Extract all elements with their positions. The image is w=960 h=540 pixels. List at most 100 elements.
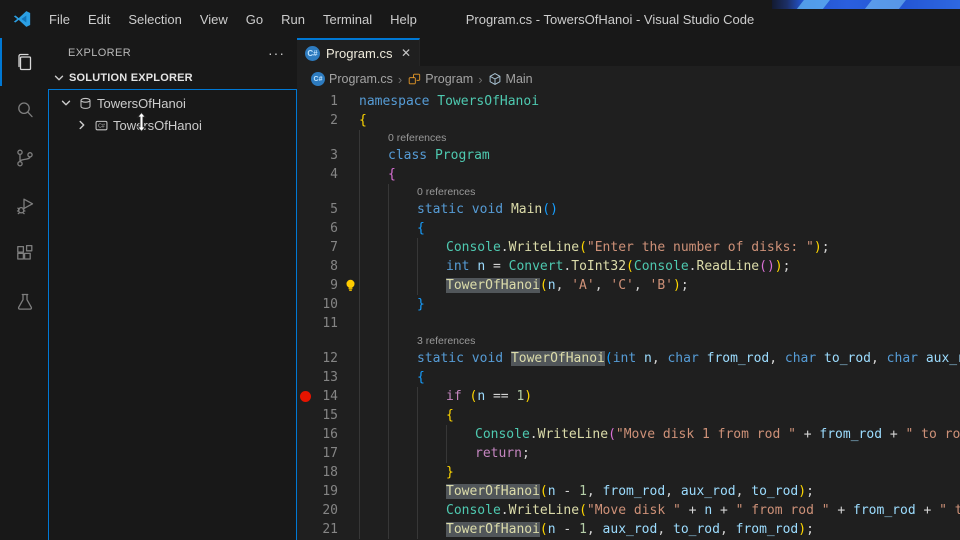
gutter-glyph-margin[interactable] [297,276,311,295]
tab-program-cs[interactable]: C# Program.cs ✕ [297,38,420,66]
code-line-content[interactable]: if (n == 1) [359,387,532,406]
gutter-glyph-margin[interactable] [297,111,311,130]
code-line-content[interactable]: namespace TowersOfHanoi [359,92,539,111]
gutter-glyph-margin[interactable] [297,425,311,444]
menu-go[interactable]: Go [237,8,272,31]
codelens-references-link[interactable]: 0 references [417,184,475,200]
code-line[interactable]: 12 static void TowerOfHanoi(int n, char f… [297,349,960,368]
line-number[interactable]: 14 [311,387,338,406]
line-number[interactable]: 15 [311,406,338,425]
code-line[interactable]: 2{ [297,111,960,130]
code-line[interactable]: 6{ [297,219,960,238]
code-line-content[interactable]: { [359,111,367,130]
code-editor[interactable]: 1namespace TowersOfHanoi2{0 references3c… [297,92,960,540]
code-line-content[interactable]: int n = Convert.ToInt32(Console.ReadLine… [359,257,790,276]
code-line[interactable]: 11 [297,314,960,333]
menu-selection[interactable]: Selection [119,8,190,31]
menu-terminal[interactable]: Terminal [314,8,381,31]
code-line[interactable]: 1 namespace TowersOfHanoi [297,92,960,111]
code-line-content[interactable]: Console.WriteLine("Move disk 1 from rod … [359,425,960,444]
extensions-icon[interactable] [0,230,48,278]
testing-beaker-icon[interactable] [0,278,48,326]
gutter-glyph-margin[interactable] [297,349,311,368]
line-number[interactable]: 10 [311,295,338,314]
line-number[interactable]: 21 [311,520,338,539]
explorer-files-icon[interactable] [0,38,48,86]
code-line[interactable]: 10} [297,295,960,314]
code-line-content[interactable]: { [359,165,396,184]
line-number[interactable]: 4 [311,165,338,184]
code-line-content[interactable]: Console.WriteLine("Enter the number of d… [359,238,830,257]
line-number[interactable]: 19 [311,482,338,501]
breadcrumb-method[interactable]: Main [488,72,533,86]
code-line[interactable]: 7 Console.WriteLine("Enter the number of … [297,238,960,257]
gutter-glyph-margin[interactable] [297,387,311,406]
gutter-glyph-margin[interactable] [297,238,311,257]
code-line[interactable]: 15{ [297,406,960,425]
line-number[interactable]: 12 [311,349,338,368]
code-line[interactable]: 20 Console.WriteLine("Move disk " + n + "… [297,501,960,520]
code-line-content[interactable]: } [359,463,454,482]
code-line[interactable]: 21 TowerOfHanoi(n - 1, aux_rod, to_rod, f… [297,520,960,539]
code-line-content[interactable]: TowerOfHanoi(n, 'A', 'C', 'B'); [359,276,689,295]
code-line-content[interactable]: Console.WriteLine("Move disk " + n + " f… [359,501,960,520]
code-line[interactable]: 18} [297,463,960,482]
line-number[interactable]: 11 [311,314,338,333]
line-number[interactable]: 13 [311,368,338,387]
line-number[interactable]: 16 [311,425,338,444]
gutter-glyph-margin[interactable] [297,314,311,333]
gutter-glyph-margin[interactable] [297,520,311,539]
code-line[interactable]: 3class Program [297,146,960,165]
menu-view[interactable]: View [191,8,237,31]
line-number[interactable]: 1 [311,92,338,111]
code-line[interactable]: 8 int n = Convert.ToInt32(Console.ReadLin… [297,257,960,276]
source-control-icon[interactable] [0,134,48,182]
lightbulb-quickfix-icon[interactable] [343,278,358,293]
line-number[interactable]: 7 [311,238,338,257]
gutter-glyph-margin[interactable] [297,463,311,482]
gutter-glyph-margin[interactable] [297,92,311,111]
line-number[interactable]: 20 [311,501,338,520]
menu-edit[interactable]: Edit [79,8,119,31]
line-number[interactable]: 5 [311,200,338,219]
line-number[interactable]: 6 [311,219,338,238]
code-line-content[interactable]: static void TowerOfHanoi(int n, char fro… [359,349,960,368]
chevron-right-icon[interactable] [74,117,90,133]
code-line[interactable]: 9 TowerOfHanoi(n, 'A', 'C', 'B'); [297,276,960,295]
breadcrumb-file[interactable]: C# Program.cs [311,72,393,86]
chevron-down-icon[interactable] [51,70,67,86]
code-line-content[interactable]: { [359,368,425,387]
gutter-glyph-margin[interactable] [297,501,311,520]
chevron-down-icon[interactable] [58,95,74,111]
section-solution-explorer[interactable]: SOLUTION EXPLORER [48,67,297,89]
code-line[interactable]: 19TowerOfHanoi(n - 1, from_rod, aux_rod,… [297,482,960,501]
tree-item-solution-towersofhanoi[interactable]: TowersOfHanoi [49,92,296,114]
line-number[interactable]: 2 [311,111,338,130]
code-line-content[interactable]: return; [359,444,530,463]
gutter-glyph-margin[interactable] [297,146,311,165]
run-debug-icon[interactable] [0,182,48,230]
more-actions-icon[interactable]: ··· [268,48,285,58]
line-number[interactable]: 9 [311,276,338,295]
code-line-content[interactable]: class Program [359,146,490,165]
gutter-glyph-margin[interactable] [297,200,311,219]
line-number[interactable]: 17 [311,444,338,463]
code-line-content[interactable]: } [359,295,425,314]
breakpoint-icon[interactable] [300,391,311,402]
menu-run[interactable]: Run [272,8,314,31]
tree-item-project-towersofhanoi[interactable]: C# TowersOfHanoi [49,114,296,136]
menu-file[interactable]: File [40,8,79,31]
gutter-glyph-margin[interactable] [297,219,311,238]
gutter-glyph-margin[interactable] [297,406,311,425]
codelens-references-link[interactable]: 3 references [417,333,475,349]
line-number[interactable]: 8 [311,257,338,276]
close-icon[interactable]: ✕ [401,47,411,59]
line-number[interactable]: 18 [311,463,338,482]
code-line-content[interactable]: TowerOfHanoi(n - 1, aux_rod, to_rod, fro… [359,520,814,539]
code-line-content[interactable] [359,314,417,333]
code-line[interactable]: 16 Console.WriteLine("Move disk 1 from ro… [297,425,960,444]
gutter-glyph-margin[interactable] [297,482,311,501]
code-line[interactable]: 17 return; [297,444,960,463]
code-line-content[interactable]: static void Main() [359,200,558,219]
breadcrumb-class[interactable]: Program [407,72,473,86]
